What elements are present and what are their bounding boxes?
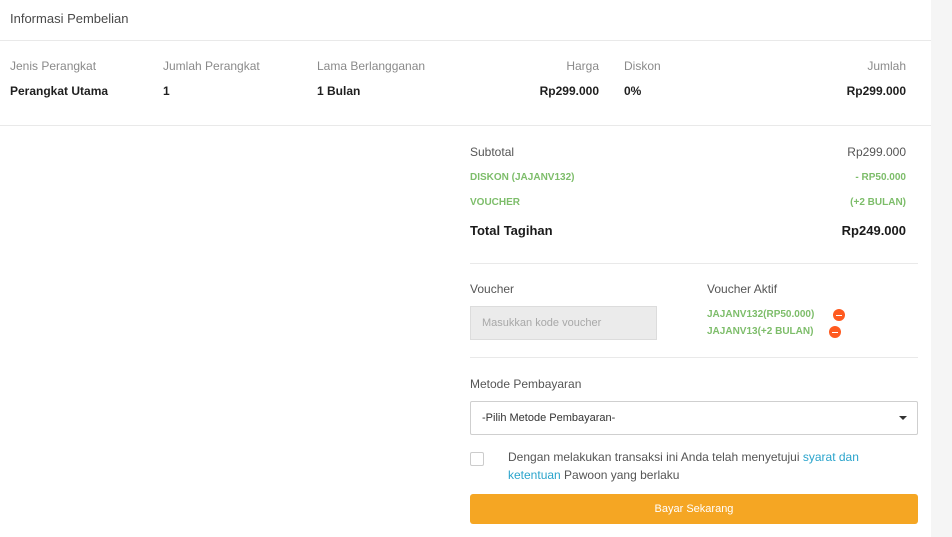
col-header-discount: Diskon bbox=[624, 59, 661, 73]
payment-method-label: Metode Pembayaran bbox=[470, 377, 582, 391]
voucher-input[interactable] bbox=[470, 306, 657, 340]
subtotal-value: Rp299.000 bbox=[847, 145, 906, 159]
discount-value: - RP50.000 bbox=[855, 172, 906, 183]
remove-voucher-icon[interactable] bbox=[829, 326, 841, 338]
cell-device-count: 1 bbox=[163, 84, 170, 98]
cell-price: Rp299.000 bbox=[539, 84, 599, 98]
cell-discount: 0% bbox=[624, 84, 642, 98]
active-voucher-item: JAJANV132(RP50.000) bbox=[707, 309, 815, 320]
chevron-down-icon bbox=[899, 416, 907, 420]
pay-now-button[interactable]: Bayar Sekarang bbox=[470, 494, 918, 524]
cell-duration: 1 Bulan bbox=[317, 84, 361, 98]
cell-amount: Rp299.000 bbox=[846, 84, 906, 98]
divider bbox=[470, 357, 918, 358]
col-header-duration: Lama Berlangganan bbox=[317, 59, 426, 73]
active-voucher-label: Voucher Aktif bbox=[707, 282, 778, 296]
terms-text: Dengan melakukan transaksi ini Anda tela… bbox=[508, 448, 908, 484]
subtotal-label: Subtotal bbox=[470, 145, 515, 159]
discount-label: DISKON (JAJANV132) bbox=[470, 172, 575, 183]
terms-text-before: Dengan melakukan transaksi ini Anda tela… bbox=[508, 450, 803, 464]
payment-method-selected: -Pilih Metode Pembayaran- bbox=[482, 412, 616, 424]
voucher-bonus-label: VOUCHER bbox=[470, 197, 521, 208]
divider bbox=[0, 125, 931, 126]
divider bbox=[0, 40, 931, 41]
scroll-gutter bbox=[931, 0, 952, 537]
active-voucher-item: JAJANV13(+2 BULAN) bbox=[707, 326, 814, 337]
col-header-device-count: Jumlah Perangkat bbox=[163, 59, 260, 73]
voucher-bonus-value: (+2 BULAN) bbox=[850, 197, 906, 208]
section-title: Informasi Pembelian bbox=[10, 11, 129, 26]
remove-voucher-icon[interactable] bbox=[833, 309, 845, 321]
terms-checkbox[interactable] bbox=[470, 452, 484, 466]
total-label: Total Tagihan bbox=[470, 223, 553, 238]
total-value: Rp249.000 bbox=[841, 223, 906, 238]
terms-text-after: Pawoon yang berlaku bbox=[560, 468, 680, 482]
voucher-label: Voucher bbox=[470, 282, 515, 296]
divider bbox=[470, 263, 918, 264]
payment-method-select[interactable]: -Pilih Metode Pembayaran- bbox=[470, 401, 918, 435]
col-header-device-type: Jenis Perangkat bbox=[10, 59, 97, 73]
col-header-amount: Jumlah bbox=[867, 59, 906, 73]
cell-device-type: Perangkat Utama bbox=[10, 84, 109, 98]
col-header-price: Harga bbox=[566, 59, 599, 73]
